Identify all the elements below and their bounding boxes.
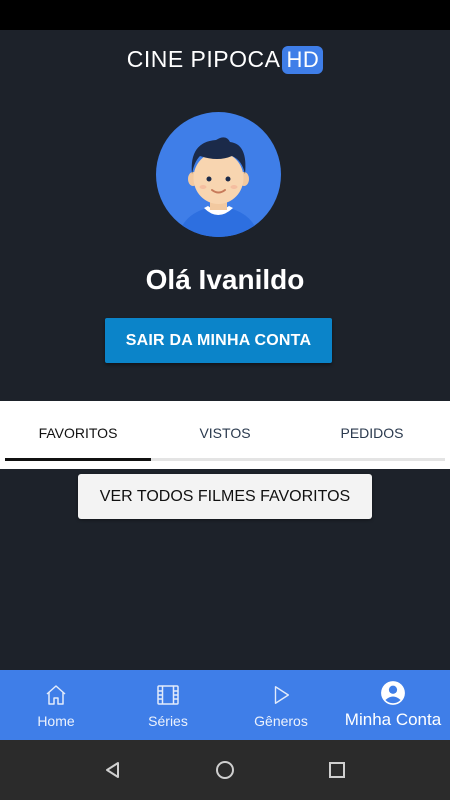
logo-badge: HD (282, 46, 324, 74)
nav-series[interactable]: Séries (118, 670, 218, 740)
play-icon (270, 682, 292, 708)
system-navigation-bar (0, 740, 450, 800)
tab-pedidos[interactable]: PEDIDOS (299, 401, 445, 465)
recents-icon[interactable] (325, 758, 349, 782)
nav-minha-conta-label: Minha Conta (344, 710, 442, 729)
nav-series-label: Séries (148, 713, 188, 729)
bottom-navigation: Home Séries Gêneros Minha Conta (0, 670, 450, 740)
logout-button[interactable]: SAIR DA MINHA CONTA (105, 318, 332, 363)
logo-text: CINE PIPOCA (126, 46, 281, 72)
tab-vistos[interactable]: VISTOS (152, 401, 298, 465)
greeting-text: Olá Ivanildo (145, 264, 305, 295)
film-icon (156, 682, 180, 708)
user-avatar-icon (156, 112, 281, 237)
nav-home-label: Home (37, 713, 75, 729)
home-circle-icon[interactable] (213, 758, 237, 782)
nav-generos-label: Gêneros (254, 713, 308, 729)
account-icon (380, 680, 406, 706)
tab-favoritos[interactable]: FAVORITOS (5, 401, 151, 465)
back-icon[interactable] (101, 758, 125, 782)
nav-minha-conta[interactable]: Minha Conta (336, 670, 450, 740)
status-bar (0, 0, 450, 30)
nav-home[interactable]: Home (6, 670, 106, 740)
view-all-favorites-button[interactable]: VER TODOS FILMES FAVORITOS (78, 474, 372, 519)
tab-active-indicator (5, 458, 151, 461)
home-icon (44, 682, 68, 708)
app-logo: CINE PIPOCA HD (0, 46, 450, 74)
nav-generos[interactable]: Gêneros (231, 670, 331, 740)
